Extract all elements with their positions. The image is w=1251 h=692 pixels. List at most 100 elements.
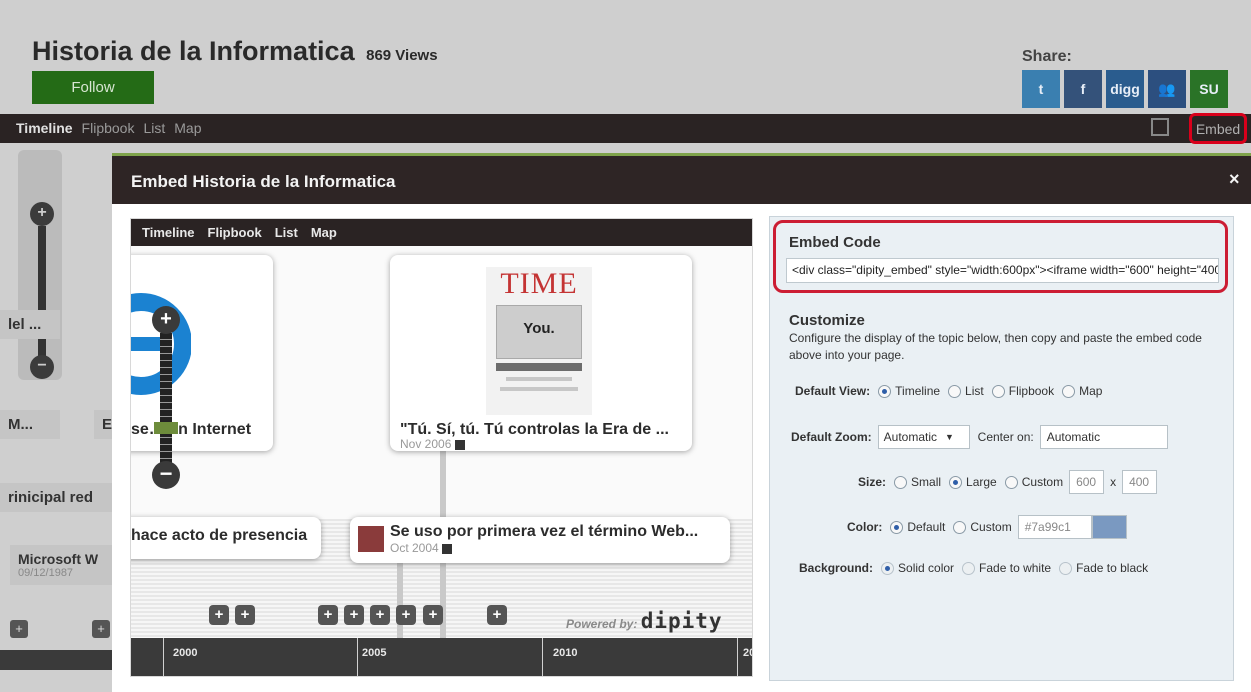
embed-code-field[interactable]: <div class="dipity_embed" style="width:6… bbox=[786, 258, 1219, 283]
share-icons: t f digg 👥 SU bbox=[1022, 70, 1228, 108]
bg-event-card[interactable]: rinicipal red bbox=[0, 483, 112, 512]
preview-tab-timeline[interactable]: Timeline bbox=[142, 225, 195, 240]
expand-cluster-icon[interactable]: + bbox=[396, 605, 416, 625]
axis-label: 2000 bbox=[173, 647, 198, 659]
view-option-label: Timeline bbox=[895, 384, 941, 398]
embed-settings-panel: Embed Code <div class="dipity_embed" sty… bbox=[769, 216, 1234, 681]
timeline-preview: Timeline Flipbook List Map se… en Intern… bbox=[130, 218, 753, 677]
zoom-out-icon[interactable]: − bbox=[152, 461, 180, 489]
digg-icon[interactable]: digg bbox=[1106, 70, 1144, 108]
color-default-radio[interactable] bbox=[890, 520, 904, 534]
facebook-icon[interactable]: f bbox=[1064, 70, 1102, 108]
axis-tick bbox=[163, 638, 164, 676]
follow-button[interactable]: Follow bbox=[32, 71, 154, 104]
event-date: Nov 2006 bbox=[400, 437, 465, 451]
expand-cluster-icon[interactable]: + bbox=[318, 605, 338, 625]
photo-icon bbox=[454, 439, 465, 450]
preview-tab-list[interactable]: List bbox=[275, 225, 298, 240]
embed-link[interactable]: Embed bbox=[1189, 113, 1247, 144]
embed-modal: Embed Historia de la Informatica × Timel… bbox=[112, 153, 1251, 692]
default-zoom-select[interactable]: Automatic ▼ bbox=[877, 425, 970, 449]
bg-expand-icon[interactable]: + bbox=[92, 620, 110, 638]
event-date-text: Oct 2004 bbox=[390, 541, 439, 555]
event-date: Oct 2004 bbox=[390, 541, 453, 555]
axis-label: 2005 bbox=[362, 647, 387, 659]
color-label: Color: bbox=[847, 520, 883, 534]
size-width-input[interactable]: 600 bbox=[1069, 470, 1105, 494]
size-option-label: Large bbox=[966, 475, 997, 489]
modal-title: Embed Historia de la Informatica bbox=[131, 172, 396, 191]
expand-cluster-icon[interactable]: + bbox=[370, 605, 390, 625]
bg-event-card[interactable]: lel ... bbox=[0, 310, 60, 339]
view-flipbook-radio[interactable] bbox=[991, 384, 1005, 398]
bg-event-title: Microsoft W bbox=[18, 551, 99, 567]
chevron-down-icon: ▼ bbox=[945, 432, 954, 442]
time-masthead: TIME bbox=[500, 267, 578, 300]
bg-event-card[interactable]: Microsoft W 09/12/1987 bbox=[10, 545, 112, 585]
custom-color-input[interactable]: #7a99c1 bbox=[1017, 515, 1092, 539]
background-label: Background: bbox=[799, 561, 874, 575]
bg-solid-radio[interactable] bbox=[881, 561, 895, 575]
size-option-label: Small bbox=[911, 475, 942, 489]
view-timeline-radio[interactable] bbox=[878, 384, 892, 398]
powered-by-logo[interactable]: Powered by: dipity bbox=[566, 609, 723, 633]
expand-cluster-icon[interactable]: + bbox=[344, 605, 364, 625]
size-large-radio[interactable] bbox=[949, 475, 963, 489]
axis-tick bbox=[737, 638, 738, 676]
expand-cluster-icon[interactable]: + bbox=[209, 605, 229, 625]
event-thumbnail bbox=[358, 526, 384, 552]
event-date-text: Nov 2006 bbox=[400, 437, 452, 451]
bg-event-card[interactable]: E bbox=[94, 410, 112, 439]
time-cover-mirror: You. bbox=[496, 305, 582, 359]
view-map-radio[interactable] bbox=[1062, 384, 1076, 398]
zoom-in-icon[interactable]: + bbox=[152, 306, 180, 334]
preview-tab-flipbook[interactable]: Flipbook bbox=[208, 225, 262, 240]
expand-cluster-icon[interactable]: + bbox=[423, 605, 443, 625]
center-on-input[interactable]: Automatic bbox=[1039, 425, 1168, 449]
myspace-icon[interactable]: 👥 bbox=[1148, 70, 1186, 108]
event-card-internet[interactable]: se… en Internet bbox=[131, 255, 273, 451]
size-custom-radio[interactable] bbox=[1004, 475, 1018, 489]
zoom-slider-handle[interactable] bbox=[154, 422, 178, 434]
bg-event-card[interactable]: M... bbox=[0, 410, 60, 439]
color-custom-radio[interactable] bbox=[953, 520, 967, 534]
preview-tab-map[interactable]: Map bbox=[311, 225, 337, 240]
tab-map[interactable]: Map bbox=[174, 120, 201, 136]
size-height-input[interactable]: 400 bbox=[1122, 470, 1158, 494]
size-small-radio[interactable] bbox=[894, 475, 908, 489]
bg-fade-white-radio[interactable] bbox=[962, 561, 976, 575]
bg-expand-icon[interactable]: + bbox=[10, 620, 28, 638]
tab-flipbook[interactable]: Flipbook bbox=[82, 120, 135, 136]
tab-list[interactable]: List bbox=[143, 120, 165, 136]
event-card-presencia[interactable]: hace acto de presencia bbox=[131, 517, 321, 559]
center-on-label: Center on: bbox=[977, 430, 1034, 444]
timeline-axis[interactable] bbox=[131, 638, 752, 676]
view-list-radio[interactable] bbox=[948, 384, 962, 398]
background-option-label: Solid color bbox=[898, 561, 955, 575]
default-view-label: Default View: bbox=[795, 384, 871, 398]
customize-label: Customize bbox=[789, 312, 865, 329]
axis-label: 2010 bbox=[553, 647, 578, 659]
zoom-slider-track[interactable] bbox=[160, 333, 172, 473]
fullscreen-icon[interactable] bbox=[1151, 118, 1169, 136]
close-icon[interactable]: × bbox=[1229, 169, 1240, 190]
bg-zoom-in-icon[interactable]: + bbox=[30, 202, 54, 226]
size-option-label: Custom bbox=[1021, 475, 1064, 489]
bg-zoom-out-icon[interactable]: − bbox=[30, 355, 54, 379]
background-option-label: Fade to black bbox=[1076, 561, 1149, 575]
tab-timeline[interactable]: Timeline bbox=[16, 120, 73, 136]
expand-cluster-icon[interactable]: + bbox=[487, 605, 507, 625]
expand-cluster-icon[interactable]: + bbox=[235, 605, 255, 625]
page-title-text: Historia de la Informatica bbox=[32, 36, 355, 66]
twitter-icon[interactable]: t bbox=[1022, 70, 1060, 108]
event-card-web[interactable]: Se uso por primera vez el término Web...… bbox=[350, 517, 730, 563]
background-row: Background: Solid color Fade to white Fa… bbox=[799, 561, 1154, 575]
bg-fade-black-radio[interactable] bbox=[1059, 561, 1073, 575]
view-option-label: Map bbox=[1079, 384, 1103, 398]
color-swatch[interactable] bbox=[1091, 515, 1127, 539]
stumbleupon-icon[interactable]: SU bbox=[1190, 70, 1228, 108]
event-card-time[interactable]: TIME You. "Tú. Sí, tú. Tú controlas la E… bbox=[390, 255, 692, 451]
view-navbar: Timeline Flipbook List Map bbox=[0, 114, 1251, 143]
color-option-label: Default bbox=[907, 520, 946, 534]
time-cover-line bbox=[506, 377, 572, 381]
